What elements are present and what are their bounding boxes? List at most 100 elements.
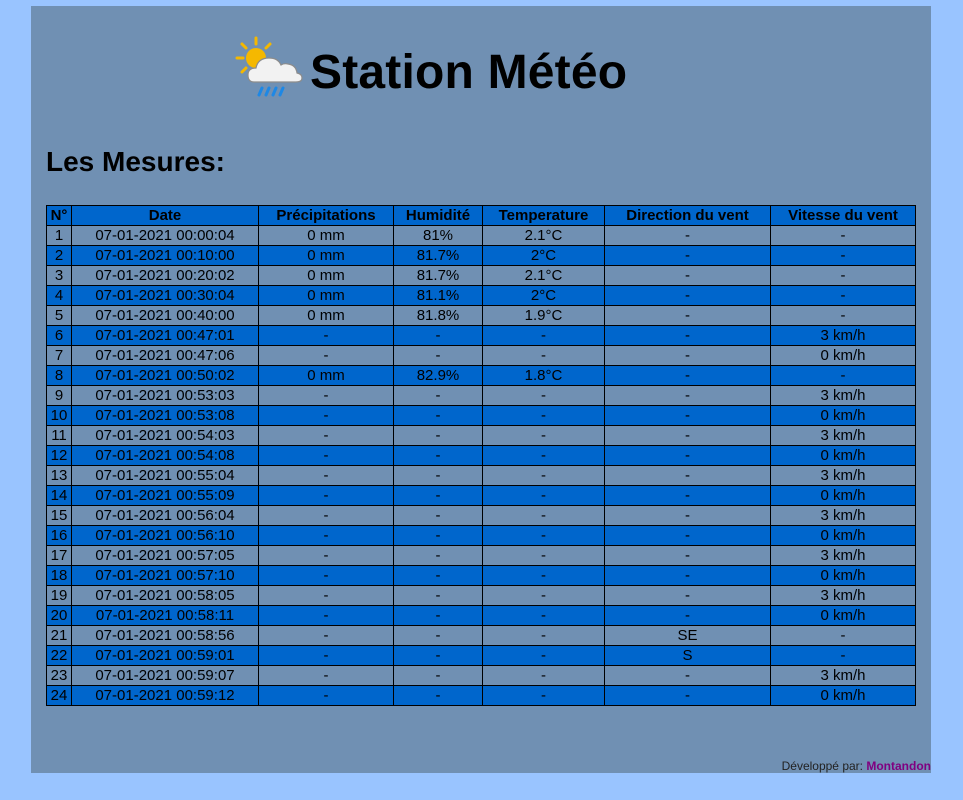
cell-precipitations: - — [258, 625, 394, 646]
table-row: 8 07-01-2021 00:50:02 0 mm 82.9% 1.8°C - - — [46, 365, 916, 386]
cell-temperature: 2.1°C — [482, 265, 605, 286]
cell-humidity: - — [393, 605, 483, 626]
sun-cloud-rain-icon — [234, 34, 306, 111]
cell-date: 07-01-2021 00:58:05 — [71, 585, 259, 606]
cell-temperature: - — [482, 405, 605, 426]
cell-wind-speed: - — [770, 245, 916, 266]
cell-wind-speed: - — [770, 265, 916, 286]
cell-number: 17 — [46, 545, 72, 566]
cell-precipitations: - — [258, 385, 394, 406]
cell-wind-direction: - — [604, 425, 771, 446]
cell-number: 15 — [46, 505, 72, 526]
cell-precipitations: - — [258, 325, 394, 346]
cell-number: 21 — [46, 625, 72, 646]
cell-wind-direction: - — [604, 345, 771, 366]
cell-number: 10 — [46, 405, 72, 426]
cell-wind-speed: 0 km/h — [770, 485, 916, 506]
table-row: 15 07-01-2021 00:56:04- - - -3 km/h — [46, 505, 916, 526]
footer-credit-label: Développé par: — [781, 759, 867, 773]
cell-temperature: 2°C — [482, 245, 605, 266]
cell-temperature: - — [482, 645, 605, 666]
cell-wind-direction: - — [604, 285, 771, 306]
cell-number: 18 — [46, 565, 72, 586]
table-row: 18 07-01-2021 00:57:10- - - -0 km/h — [46, 565, 916, 586]
cell-temperature: - — [482, 485, 605, 506]
table-row: 23 07-01-2021 00:59:07- - - -3 km/h — [46, 665, 916, 686]
cell-number: 19 — [46, 585, 72, 606]
table-row: 10 07-01-2021 00:53:08- - - -0 km/h — [46, 405, 916, 426]
cell-humidity: - — [393, 385, 483, 406]
cell-wind-speed: 3 km/h — [770, 505, 916, 526]
cell-humidity: 81.7% — [393, 265, 483, 286]
cell-wind-direction: - — [604, 385, 771, 406]
cell-wind-speed: 3 km/h — [770, 665, 916, 686]
cell-wind-speed: 3 km/h — [770, 325, 916, 346]
column-header-date: Date — [71, 205, 259, 226]
cell-humidity: - — [393, 425, 483, 446]
cell-precipitations: - — [258, 425, 394, 446]
cell-precipitations: - — [258, 405, 394, 426]
cell-humidity: - — [393, 565, 483, 586]
cell-date: 07-01-2021 00:56:04 — [71, 505, 259, 526]
cell-humidity: - — [393, 445, 483, 466]
cell-temperature: 1.9°C — [482, 305, 605, 326]
table-row: 16 07-01-2021 00:56:10- - - -0 km/h — [46, 525, 916, 546]
cell-wind-speed: 0 km/h — [770, 405, 916, 426]
cell-number: 9 — [46, 385, 72, 406]
cell-number: 20 — [46, 605, 72, 626]
cell-date: 07-01-2021 00:56:10 — [71, 525, 259, 546]
cell-precipitations: - — [258, 645, 394, 666]
cell-wind-speed: - — [770, 285, 916, 306]
cell-wind-direction: - — [604, 465, 771, 486]
cell-number: 11 — [46, 425, 72, 446]
cell-temperature: - — [482, 545, 605, 566]
cell-wind-direction: - — [604, 365, 771, 386]
cell-precipitations: 0 mm — [258, 245, 394, 266]
cell-wind-direction: - — [604, 665, 771, 686]
cell-temperature: - — [482, 565, 605, 586]
cell-humidity: - — [393, 525, 483, 546]
cell-wind-speed: 3 km/h — [770, 385, 916, 406]
cell-number: 5 — [46, 305, 72, 326]
cell-precipitations: 0 mm — [258, 365, 394, 386]
cell-date: 07-01-2021 00:57:05 — [71, 545, 259, 566]
table-row: 20 07-01-2021 00:58:11- - - -0 km/h — [46, 605, 916, 626]
column-header-temperature: Temperature — [482, 205, 605, 226]
cell-humidity: - — [393, 505, 483, 526]
cell-wind-speed: 0 km/h — [770, 565, 916, 586]
cell-temperature: - — [482, 605, 605, 626]
cell-date: 07-01-2021 00:57:10 — [71, 565, 259, 586]
table-row: 22 07-01-2021 00:59:01- - - S - — [46, 645, 916, 666]
cell-precipitations: - — [258, 585, 394, 606]
author-link[interactable]: Montandon — [866, 759, 931, 773]
cell-date: 07-01-2021 00:40:00 — [71, 305, 259, 326]
cell-number: 24 — [46, 685, 72, 706]
cell-number: 2 — [46, 245, 72, 266]
cell-number: 7 — [46, 345, 72, 366]
cell-wind-direction: - — [604, 505, 771, 526]
cell-number: 8 — [46, 365, 72, 386]
site-header: Station Météo — [234, 36, 627, 108]
cell-wind-direction: - — [604, 585, 771, 606]
column-header-wind-speed: Vitesse du vent — [770, 205, 916, 226]
table-row: 24 07-01-2021 00:59:12- - - -0 km/h — [46, 685, 916, 706]
table-row: 1 07-01-2021 00:00:04 0 mm 81% 2.1°C - - — [46, 225, 916, 246]
column-header-wind-direction: Direction du vent — [604, 205, 771, 226]
cell-temperature: 2°C — [482, 285, 605, 306]
cell-wind-speed: 3 km/h — [770, 425, 916, 446]
cell-precipitations: - — [258, 545, 394, 566]
cell-wind-speed: 0 km/h — [770, 685, 916, 706]
cell-temperature: - — [482, 665, 605, 686]
cell-number: 1 — [46, 225, 72, 246]
footer: Développé par: Montandon — [782, 759, 931, 773]
cell-number: 16 — [46, 525, 72, 546]
cell-humidity: - — [393, 625, 483, 646]
column-header-number: N° — [46, 205, 72, 226]
cell-temperature: - — [482, 585, 605, 606]
cell-number: 4 — [46, 285, 72, 306]
cell-wind-direction: - — [604, 485, 771, 506]
table-header-row: N° Date Précipitations Humidité Temperat… — [46, 205, 916, 226]
cell-precipitations: - — [258, 505, 394, 526]
cell-date: 07-01-2021 00:47:06 — [71, 345, 259, 366]
cell-date: 07-01-2021 00:30:04 — [71, 285, 259, 306]
